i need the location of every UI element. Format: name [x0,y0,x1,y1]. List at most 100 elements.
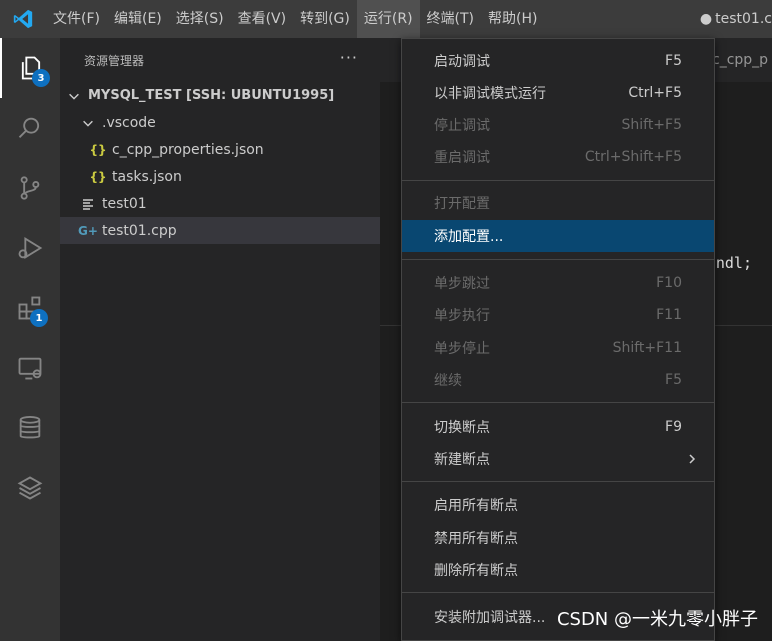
json-file-icon: {} [89,169,107,184]
menu-remove-all-breakpoints[interactable]: 删除所有断点 [402,554,714,586]
tree-item-label: .vscode [102,114,156,131]
menu-item-shortcut: Shift+F5 [621,117,682,133]
menu-item-label: 单步跳过 [434,276,490,292]
explorer-activity[interactable]: 3 [0,38,60,98]
menu-selection[interactable]: 选择(S) [169,0,231,38]
menu-edit[interactable]: 编辑(E) [107,0,169,38]
tree-item-label: tasks.json [112,168,182,185]
menu-separator [402,180,714,181]
database-icon [19,415,41,439]
tree-item-label: test01 [102,195,147,212]
source-control-activity[interactable] [0,158,60,218]
menu-run-without-debugging[interactable]: 以非调试模式运行 Ctrl+F5 [402,77,714,109]
menu-item-label: 打开配置 [434,196,490,212]
menu-item-shortcut: Ctrl+Shift+F5 [584,149,682,165]
menu-item-shortcut: F5 [665,372,682,388]
menu-item-label: 添加配置... [434,229,504,245]
tree-item-label: c_cpp_properties.json [112,141,264,158]
title-menu-bar: 文件(F) 编辑(E) 选择(S) 查看(V) 转到(G) 运行(R) 终端(T… [0,0,772,38]
menu-add-configuration[interactable]: 添加配置... [402,220,714,252]
menu-item-label: 以非调试模式运行 [434,86,546,102]
tree-item-test01-cpp[interactable]: G+ test01.cpp [60,217,380,244]
search-activity[interactable] [0,98,60,158]
menu-item-shortcut: F11 [656,307,682,323]
tree-item-label: test01.cpp [102,222,177,239]
menu-item-label: 启用所有断点 [434,498,518,514]
code-fragment: ndl; [715,254,752,272]
layers-activity[interactable] [0,458,60,518]
cpp-file-icon: G+ [78,223,98,238]
window-title-text: test01.c [715,11,772,27]
menu-step-into[interactable]: 单步执行 F11 [402,299,714,331]
menu-item-shortcut: Ctrl+F5 [628,85,682,101]
extensions-activity[interactable]: 1 [0,278,60,338]
tree-item-test01[interactable]: test01 [60,190,380,217]
unsaved-dot-icon: ● [699,11,713,27]
workspace-root-folder[interactable]: MYSQL_TEST [SSH: UBUNTU1995] [60,82,380,109]
menu-item-label: 启动调试 [434,54,490,70]
menu-item-label: 切换断点 [434,420,490,436]
menu-separator [402,481,714,482]
menu-item-shortcut: F5 [665,53,682,69]
json-file-icon: {} [89,142,107,157]
workspace-root-label: MYSQL_TEST [SSH: UBUNTU1995] [88,88,335,103]
menu-item-label: 重启调试 [434,150,490,166]
menu-terminal[interactable]: 终端(T) [420,0,481,38]
menu-item-label: 停止调试 [434,118,490,134]
menu-disable-all-breakpoints[interactable]: 禁用所有断点 [402,522,714,554]
explorer-sidebar: 资源管理器 ··· MYSQL_TEST [SSH: UBUNTU1995] .… [60,38,380,641]
menu-item-label: 删除所有断点 [434,563,518,579]
menu-separator [402,592,714,593]
menu-start-debugging[interactable]: 启动调试 F5 [402,45,714,77]
menu-item-label: 继续 [434,373,462,389]
menu-view[interactable]: 查看(V) [231,0,294,38]
chevron-down-icon [78,116,98,130]
text-file-icon [78,198,98,210]
more-actions-icon[interactable]: ··· [340,48,358,67]
run-debug-activity[interactable] [0,218,60,278]
remote-explorer-icon [18,357,42,380]
menu-enable-all-breakpoints[interactable]: 启用所有断点 [402,489,714,521]
watermark: CSDN @一米九零小胖子 [556,609,758,630]
menu-separator [402,259,714,260]
menu-stop-debugging[interactable]: 停止调试 Shift+F5 [402,109,714,141]
run-menu-dropdown: 启动调试 F5 以非调试模式运行 Ctrl+F5 停止调试 Shift+F5 重… [401,38,715,641]
explorer-header: 资源管理器 ··· [60,38,380,82]
explorer-title: 资源管理器 [84,53,145,68]
menu-item-shortcut: F10 [656,275,682,291]
menu-item-label: 单步执行 [434,308,490,324]
menu-item-label: 安装附加调试器... [434,610,546,626]
vscode-logo-icon [0,0,46,38]
activity-bar: 3 1 [0,38,60,641]
database-activity[interactable] [0,398,60,458]
menu-new-breakpoint[interactable]: 新建断点 [402,443,714,475]
layers-icon [17,476,43,500]
menu-run[interactable]: 运行(R) [356,0,420,38]
menu-item-label: 新建断点 [434,452,490,468]
menu-help[interactable]: 帮助(H) [481,0,544,38]
remote-explorer-activity[interactable] [0,338,60,398]
menu-item-shortcut: Shift+F11 [612,340,682,356]
tree-item-vscode-folder[interactable]: .vscode [60,109,380,136]
menu-step-out[interactable]: 单步停止 Shift+F11 [402,332,714,364]
menu-toggle-breakpoint[interactable]: 切换断点 F9 [402,411,714,443]
menu-separator [402,402,714,403]
menu-item-label: 单步停止 [434,341,490,357]
menu-open-configurations[interactable]: 打开配置 [402,187,714,219]
source-control-icon [20,176,40,200]
menu-go[interactable]: 转到(G) [293,0,357,38]
search-icon [18,117,40,138]
tab-c-cpp-properties[interactable]: c_cpp_p [712,38,772,82]
tree-item-c-cpp-properties[interactable]: {} c_cpp_properties.json [60,136,380,163]
window-title: ● test01.c [700,0,772,38]
explorer-badge: 3 [32,69,50,87]
menu-restart-debugging[interactable]: 重启调试 Ctrl+Shift+F5 [402,141,714,173]
chevron-right-icon [686,450,698,469]
tree-item-tasks-json[interactable]: {} tasks.json [60,163,380,190]
menu-item-label: 禁用所有断点 [434,531,518,547]
menu-continue[interactable]: 继续 F5 [402,364,714,396]
menu-item-shortcut: F9 [665,419,682,435]
menu-file[interactable]: 文件(F) [46,0,107,38]
menu-step-over[interactable]: 单步跳过 F10 [402,267,714,299]
chevron-down-icon [64,89,84,103]
